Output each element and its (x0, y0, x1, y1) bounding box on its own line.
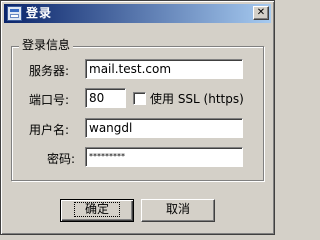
username-input[interactable]: wangdl (85, 118, 243, 138)
login-dialog: 登录 ✕ 登录信息 服务器: mail.test.com 端口号: 80 使用 … (0, 0, 275, 235)
group-label: 登录信息 (19, 38, 74, 53)
password-label: 密码: (47, 152, 76, 166)
port-input[interactable]: 80 (85, 88, 126, 108)
window-title: 登录 (26, 6, 53, 20)
cancel-button[interactable]: 取消 (141, 199, 215, 222)
server-input[interactable]: mail.test.com (85, 59, 243, 79)
close-icon[interactable]: ✕ (253, 6, 269, 20)
cancel-button-label: 取消 (165, 202, 190, 216)
ok-button-label: 确定 (73, 202, 120, 217)
title-bar[interactable]: 登录 ✕ (4, 4, 271, 23)
username-label: 用户名: (29, 123, 70, 137)
port-label: 端口号: (29, 93, 70, 107)
password-input[interactable]: ********* (85, 147, 243, 167)
ok-button[interactable]: 确定 (60, 199, 134, 222)
ssl-label[interactable]: 使用 SSL (https) (150, 91, 244, 107)
server-label: 服务器: (29, 64, 70, 78)
ssl-checkbox[interactable] (133, 92, 146, 105)
app-window-icon (7, 6, 22, 21)
